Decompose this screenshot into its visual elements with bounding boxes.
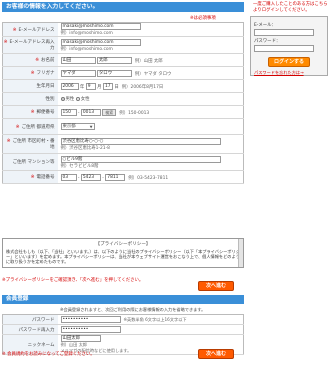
name-example: 例）山田 太郎 <box>134 58 163 64</box>
year-unit: 年 <box>79 84 85 90</box>
name-label: ※ お名前 <box>2 53 58 67</box>
gender-male-radio[interactable] <box>60 96 65 101</box>
next-button-top[interactable]: 次へ進む <box>198 281 234 291</box>
birth-day-field[interactable]: 17 <box>102 82 113 90</box>
gender-female-radio[interactable] <box>75 96 80 101</box>
day-unit: 日 <box>114 84 119 90</box>
furigana-last-field[interactable]: ヤマダ <box>60 69 96 77</box>
zip-label: ※ 郵便番号 <box>2 105 58 119</box>
gender-label: 性別 <box>2 92 58 106</box>
building-example: 例）セラビビル8階 <box>60 163 99 169</box>
next-button-bottom[interactable]: 次へ進む <box>198 349 234 359</box>
member-password-confirm-label: パスワード再入力 <box>2 324 58 335</box>
month-unit: 月 <box>97 84 102 90</box>
member-note: ※会員登録されますと、次回ご利用の際にお客様情報の入力を省略できます。 <box>60 307 206 312</box>
first-name-field[interactable]: 太郎 <box>96 56 132 64</box>
gender-male-label: 男性 <box>65 97 75 102</box>
login-password-input[interactable] <box>254 45 314 53</box>
zip-search-button[interactable]: 検索 <box>102 108 117 116</box>
furigana-label: ※ フリガナ <box>2 66 58 80</box>
pref-select[interactable]: 東京都 ▼ <box>60 123 95 130</box>
phone-example: 例）03-5423-7811 <box>128 175 169 181</box>
required-note: ※は必須事項 <box>190 16 216 21</box>
member-registration-title: 会員登録 <box>2 295 244 304</box>
birth-label: 生年月日 <box>2 79 58 93</box>
login-button[interactable]: ログインする <box>268 57 310 68</box>
member-password-field[interactable]: •••••••••• <box>60 316 121 323</box>
login-password-label: パスワード： <box>254 39 281 45</box>
city-field[interactable]: 渋谷区恵比寿○-○-○ <box>60 137 221 145</box>
city-example: 例）渋谷区恵比寿1-21-8 <box>60 145 110 151</box>
email-confirm-example: 例）info@moshimo.com <box>60 46 113 52</box>
member-password-label: パスワード <box>2 314 58 325</box>
login-box: 一度ご購入したことのある方はこちらよりログインしてください。 E-メール： パス… <box>250 2 328 77</box>
policy-scrollbar[interactable] <box>238 239 243 267</box>
last-name-field[interactable]: 山田 <box>60 56 96 64</box>
gender-female-label: 女性 <box>80 97 90 102</box>
member-password-confirm-field[interactable]: •••••••••• <box>60 326 121 333</box>
nickname-example: 例）山田 太郎 <box>60 342 87 347</box>
chevron-down-icon: ▼ <box>89 125 93 129</box>
furigana-first-field[interactable]: タロウ <box>96 69 132 77</box>
email-label: ※ E-メールアドレス <box>2 22 58 37</box>
privacy-note: ※プライバシーポリシーをご確認頂き、「次へ進む」を押してください。 <box>2 278 144 283</box>
birth-example: 例）2006年8月17日 <box>121 84 164 90</box>
pref-label: ※ ご住所 都道府県 <box>2 118 58 135</box>
birth-month-field[interactable]: 9 <box>85 82 96 90</box>
phone-part1-field[interactable]: 03 <box>60 173 77 181</box>
forgot-password-link[interactable]: パスワードを忘れた方は→ <box>254 70 324 76</box>
phone-part2-field[interactable]: 5423 <box>80 173 101 181</box>
email-field[interactable]: masaki@moshimo.com <box>60 23 141 30</box>
terms-note[interactable]: ※ 会員規約をお読みになってご登録ください。 <box>2 351 95 357</box>
member-password-hint: ※英数半角 6文字以上16文字以下 <box>123 316 187 322</box>
zip-part1-field[interactable]: 150 <box>60 108 77 116</box>
birth-year-field[interactable]: 2006 <box>60 82 79 90</box>
customer-form: ※ E-メールアドレス masaki@moshimo.com 例）info@mosh… <box>2 22 244 184</box>
login-email-input[interactable] <box>254 29 314 37</box>
phone-part3-field[interactable]: 7811 <box>105 173 126 181</box>
email-example: 例）info@moshimo.com <box>60 31 113 36</box>
email-confirm-field[interactable]: masaki@moshimo.com <box>60 38 141 46</box>
login-note: 一度ご購入したことのある方はこちらよりログインしてください。 <box>253 2 328 13</box>
building-field[interactable]: ○ビル9階 <box>60 155 221 163</box>
phone-label: ※ 電話番号 <box>2 170 58 184</box>
policy-body: 株式会社もしも（以下、「当社」といいます。）は、以下のように当社のプライバシーポ… <box>6 249 240 264</box>
city-label: ※ ご住所 市区町村・番地 <box>2 134 58 154</box>
nickname-field[interactable]: 山田太郎 <box>60 335 101 342</box>
building-label: ご住所 マンション等 <box>2 153 58 171</box>
privacy-policy-box[interactable]: 【プライバシーポリシー】 株式会社もしも（以下、「当社」といいます。）は、以下の… <box>2 238 244 268</box>
zip-example: 例）150-0013 <box>119 110 150 116</box>
email-confirm-label: ※ E-メールアドレス再入力 <box>2 36 58 54</box>
zip-part2-field[interactable]: 0013 <box>80 108 101 116</box>
login-panel: E-メール： パスワード： ログインする パスワードを忘れた方は→ <box>250 16 328 77</box>
furigana-example: 例）ヤマダ タロウ <box>134 71 172 77</box>
policy-title: 【プライバシーポリシー】 <box>95 242 151 247</box>
page-title: お客様の情報を入力してください。 <box>2 2 244 12</box>
login-email-label: E-メール： <box>254 23 276 29</box>
